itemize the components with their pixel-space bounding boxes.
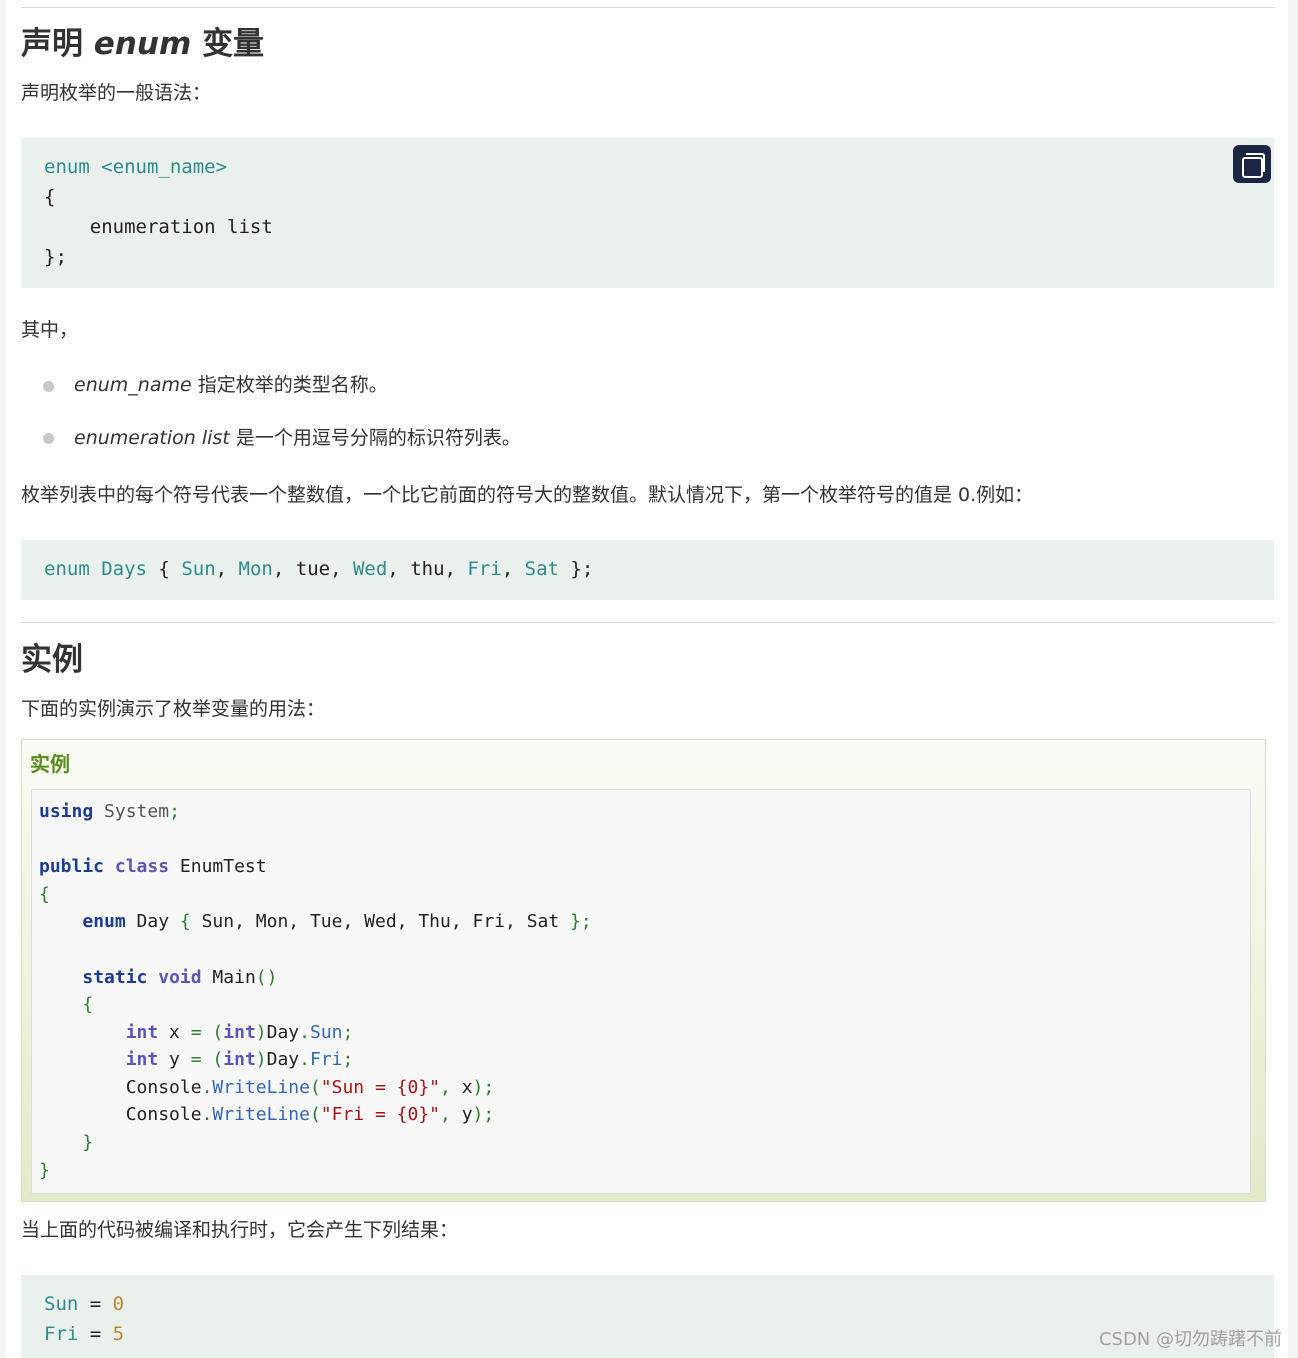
code-line: } [39, 1160, 50, 1181]
bullet-icon [43, 381, 54, 392]
code-line: enumeration list [44, 216, 273, 238]
code-line: { [82, 994, 94, 1015]
code-line: Console.WriteLine("Fri = {0}", y); [39, 1104, 495, 1125]
list-item: enum_name 指定枚举的类型名称。 [74, 374, 388, 396]
section-heading-declare-enum: 声明 enum 变量 [21, 26, 265, 62]
example-title: 实例 [30, 752, 70, 776]
code-line: } [82, 1132, 94, 1153]
code-line: static void Main() [82, 967, 278, 988]
code-line: Sun = 0 [44, 1293, 125, 1315]
bullet-icon [43, 433, 54, 444]
code-line: Console.WriteLine("Sun = {0}", x); [39, 1077, 495, 1098]
code-line: Fri = 5 [44, 1323, 125, 1345]
syntax-code-block: enum <enum_name> { enumeration list }; [21, 138, 1274, 288]
code-line: }; [44, 246, 67, 268]
code-line: using System; [39, 801, 180, 822]
watermark: CSDN @切勿踌躇不前 [1098, 1329, 1282, 1350]
output-code-block: Sun = 0 Fri = 5 [21, 1275, 1274, 1358]
result-intro: 当上面的代码被编译和执行时，它会产生下列结果： [21, 1219, 459, 1241]
code-line: { [44, 186, 56, 208]
divider [21, 622, 1274, 623]
divider [21, 7, 1274, 8]
list-item: enumeration list 是一个用逗号分隔的标识符列表。 [74, 427, 521, 449]
code-line: { [39, 884, 50, 905]
code-line: public class EnumTest [39, 856, 267, 877]
example-panel: 实例 using System; public class EnumTest {… [21, 739, 1266, 1202]
code-line: int x = (int)Day.Sun; [125, 1022, 354, 1043]
where-text: 其中， [21, 319, 79, 341]
enum-example-code-block: enum Days { Sun, Mon, tue, Wed, thu, Fri… [21, 540, 1274, 600]
enum-description: 枚举列表中的每个符号代表一个整数值，一个比它前面的符号大的整数值。默认情况下，第… [21, 484, 1034, 506]
article-page: 声明 enum 变量 声明枚举的一般语法： enum <enum_name> {… [6, 0, 1288, 1358]
code-line: int y = (int)Day.Fri; [125, 1049, 354, 1070]
section-heading-example: 实例 [21, 642, 83, 678]
code-line: enum Day { Sun, Mon, Tue, Wed, Thu, Fri,… [82, 911, 592, 932]
code-line: enum <enum_name> [44, 156, 228, 178]
example-code-block: using System; public class EnumTest { en… [31, 789, 1251, 1194]
copy-button[interactable] [1233, 145, 1271, 183]
code-line: enum Days { Sun, Mon, tue, Wed, thu, Fri… [44, 558, 594, 580]
example-intro: 下面的实例演示了枚举变量的用法： [21, 698, 326, 720]
syntax-intro: 声明枚举的一般语法： [21, 82, 212, 104]
